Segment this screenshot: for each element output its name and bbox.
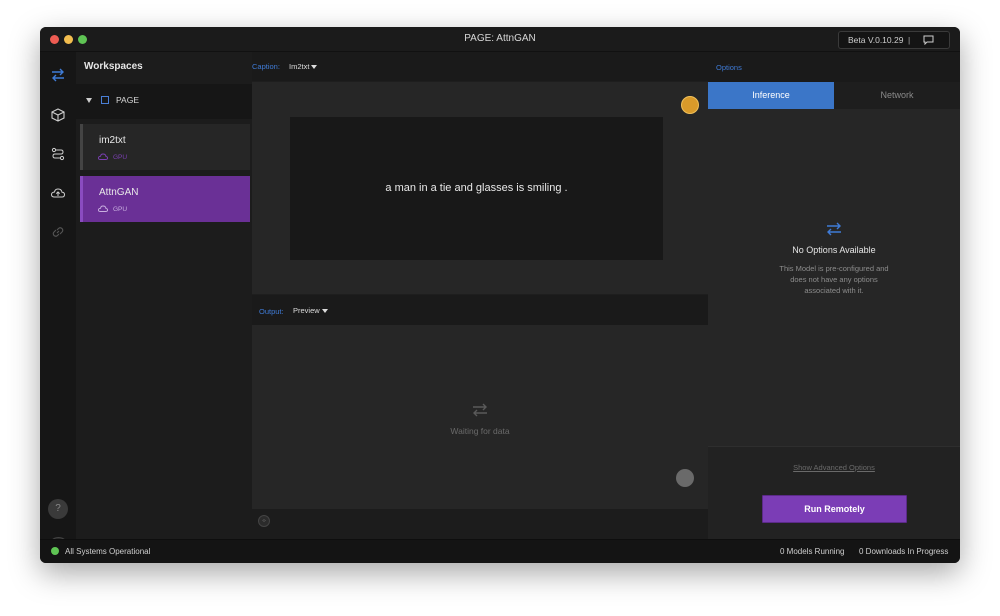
- swap-icon[interactable]: [51, 68, 65, 82]
- app-window: PAGE: AttnGAN Beta V.0.10.29 | ? Workspa…: [40, 27, 960, 563]
- options-footer: Show Advanced Options Run Remotely: [708, 446, 960, 540]
- show-advanced-options-link[interactable]: Show Advanced Options: [708, 463, 960, 472]
- model-card-title: AttnGAN: [99, 187, 139, 198]
- system-status: All Systems Operational: [65, 547, 151, 556]
- chat-icon[interactable]: [923, 35, 934, 45]
- model-card-im2txt[interactable]: im2txt GPU: [80, 124, 250, 170]
- output-select-value: Preview: [293, 306, 320, 315]
- cloud-icon: [98, 205, 108, 212]
- tab-inference[interactable]: Inference: [708, 82, 834, 109]
- help-button[interactable]: ?: [48, 499, 68, 519]
- tab-network[interactable]: Network: [834, 82, 960, 109]
- no-options-description: This Model is pre-configured and does no…: [779, 264, 889, 295]
- workspaces-panel: Workspaces PAGE im2txt GPU AttnGAN GPU: [76, 52, 252, 539]
- workspace-page-label: PAGE: [116, 95, 139, 105]
- collapse-triangle-icon[interactable]: [86, 98, 92, 103]
- page-icon: [101, 96, 109, 104]
- status-indicator: [51, 547, 59, 555]
- caption-label: Caption:: [252, 62, 280, 71]
- version-box: Beta V.0.10.29 |: [838, 31, 950, 49]
- left-rail: ? Ph: [40, 52, 76, 558]
- workspaces-header: Workspaces: [84, 61, 143, 72]
- model-card-gpu: GPU: [113, 154, 128, 161]
- swap-icon: [473, 403, 487, 417]
- waiting-text: Waiting for data: [450, 426, 510, 436]
- output-header: Output: Preview: [252, 295, 708, 325]
- options-label: Options: [716, 63, 742, 72]
- status-bar: All Systems Operational 0 Models Running…: [40, 539, 960, 563]
- output-action-button[interactable]: [676, 469, 694, 487]
- cube-icon[interactable]: [51, 108, 65, 122]
- output-footer: ‹›: [252, 509, 708, 539]
- version-separator: |: [908, 35, 911, 45]
- swap-icon: [827, 222, 841, 236]
- caption-area: a man in a tie and glasses is smiling .: [252, 82, 708, 294]
- link-icon[interactable]: [51, 225, 65, 239]
- title-bar: PAGE: AttnGAN Beta V.0.10.29 |: [40, 27, 960, 52]
- chevron-down-icon: [321, 309, 328, 314]
- output-label: Output:: [259, 307, 284, 316]
- options-header: Options: [708, 52, 960, 82]
- window-title: PAGE: AttnGAN: [464, 33, 536, 44]
- model-card-attngan[interactable]: AttnGAN GPU: [80, 176, 250, 222]
- options-body: No Options Available This Model is pre-c…: [708, 109, 960, 446]
- model-card-title: im2txt: [99, 135, 126, 146]
- workspace-page-row[interactable]: PAGE: [76, 84, 252, 119]
- output-area: Waiting for data: [252, 325, 708, 509]
- downloads-in-progress: 0 Downloads In Progress: [859, 547, 949, 556]
- cloud-icon: [98, 153, 108, 160]
- output-select[interactable]: Preview: [293, 306, 328, 315]
- version-label: Beta V.0.10.29: [848, 35, 904, 45]
- no-options-title: No Options Available: [792, 245, 876, 255]
- run-remotely-button[interactable]: Run Remotely: [762, 495, 907, 523]
- caption-select[interactable]: Im2txt: [289, 62, 318, 71]
- caption-header: Caption: Im2txt: [252, 52, 708, 81]
- caption-select-value: Im2txt: [289, 62, 310, 71]
- workflow-icon[interactable]: [51, 147, 65, 161]
- models-running: 0 Models Running: [780, 547, 845, 556]
- badge-icon: [681, 96, 699, 114]
- code-icon[interactable]: ‹›: [258, 515, 270, 527]
- caption-text-box[interactable]: a man in a tie and glasses is smiling .: [290, 117, 663, 260]
- cloud-upload-icon[interactable]: [51, 186, 65, 200]
- chevron-down-icon: [311, 65, 318, 70]
- model-card-gpu: GPU: [113, 206, 128, 213]
